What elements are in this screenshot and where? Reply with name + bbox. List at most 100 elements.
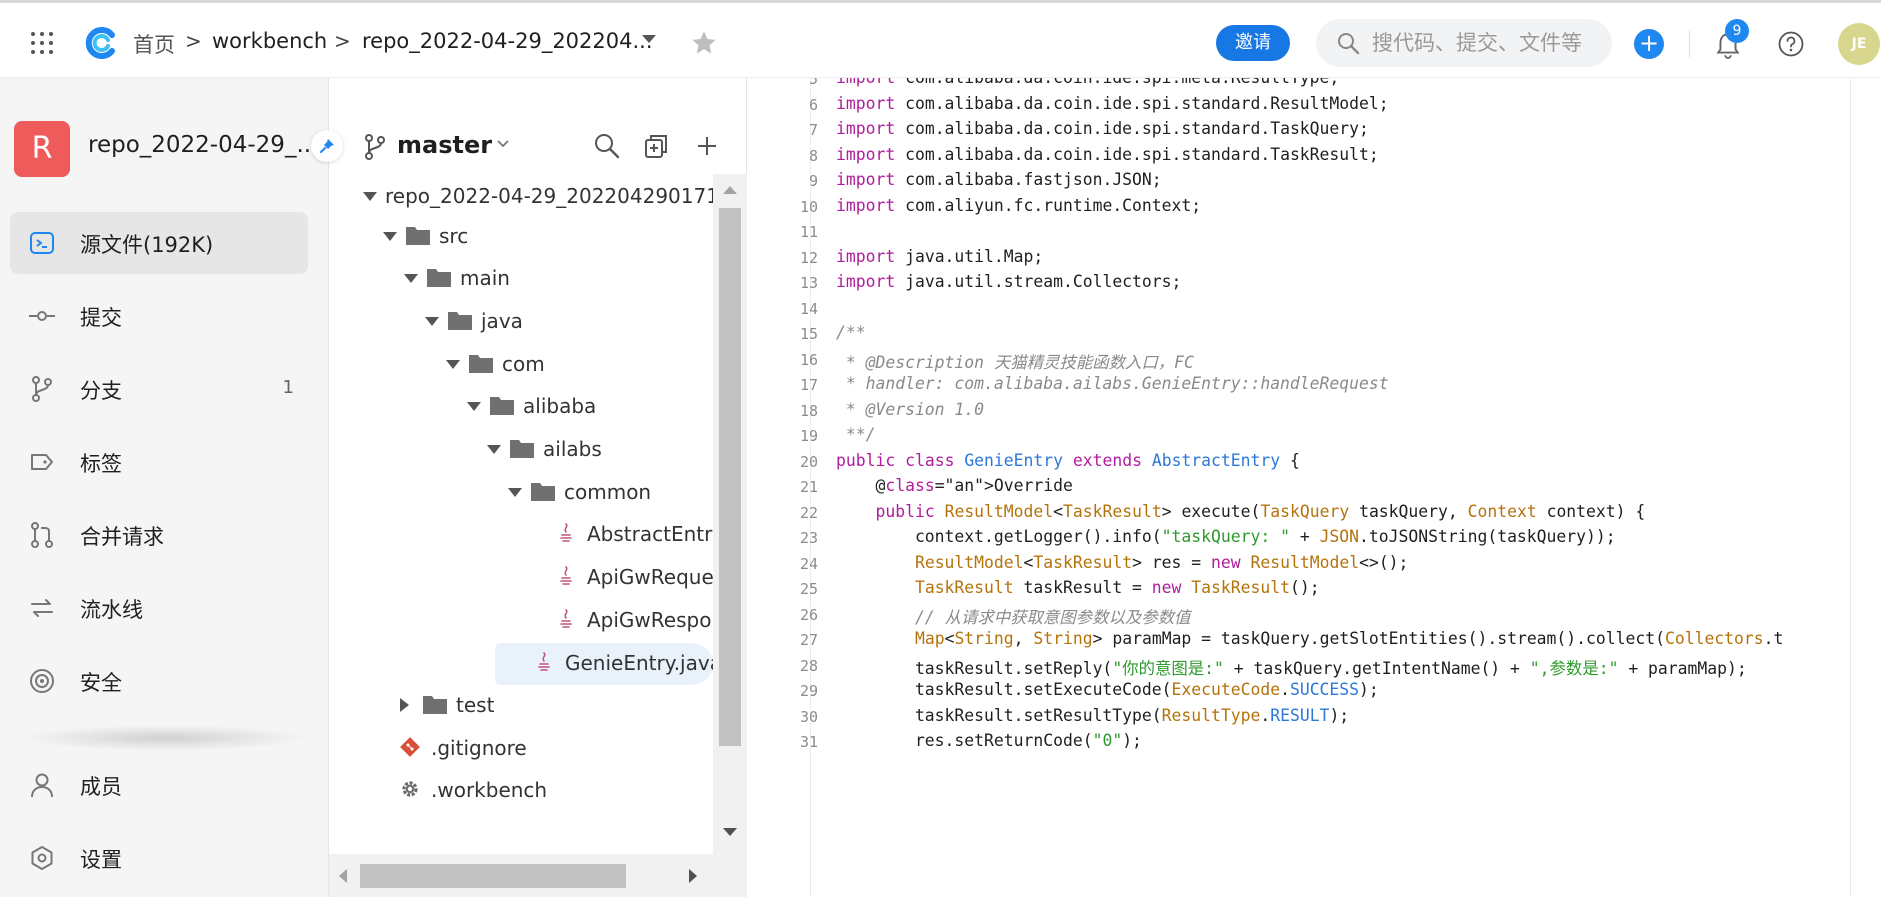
- tree-item-com[interactable]: com: [446, 346, 713, 386]
- line-number[interactable]: 20: [748, 453, 818, 471]
- line-number[interactable]: 24: [748, 555, 818, 573]
- help-icon[interactable]: [1777, 30, 1805, 58]
- scroll-left-arrow-icon[interactable]: [339, 869, 347, 883]
- line-number[interactable]: 17: [748, 376, 818, 394]
- add-button[interactable]: +: [1634, 29, 1664, 59]
- line-number[interactable]: 10: [748, 198, 818, 216]
- tree-item-java[interactable]: java: [425, 303, 713, 343]
- user-avatar[interactable]: JE: [1838, 23, 1880, 65]
- brand-logo-icon[interactable]: [84, 26, 118, 60]
- breadcrumb-repo[interactable]: repo_2022-04-29_202204...: [362, 29, 653, 53]
- tree-item-abstractentry[interactable]: AbstractEntry: [555, 516, 713, 556]
- caret-right-icon[interactable]: [400, 698, 409, 712]
- branch-selector[interactable]: master: [397, 131, 492, 159]
- line-number[interactable]: 9: [748, 172, 818, 190]
- copy-icon[interactable]: [642, 132, 670, 160]
- chevron-down-icon[interactable]: [495, 136, 511, 152]
- line-number[interactable]: 16: [748, 351, 818, 369]
- caret-down-icon[interactable]: [446, 360, 460, 369]
- sidebar-item-settings[interactable]: 设置: [10, 827, 308, 889]
- sidebar-item-source[interactable]: 源文件(192K): [10, 212, 308, 274]
- settings-icon: [31, 846, 53, 870]
- line-number[interactable]: 5: [748, 78, 818, 88]
- line-number[interactable]: 21: [748, 478, 818, 496]
- line-number[interactable]: 11: [748, 223, 818, 241]
- code-body[interactable]: 5import com.alibaba.da.coin.ide.spi.meta…: [800, 78, 1881, 897]
- line-number[interactable]: 7: [748, 121, 818, 139]
- tree-item-label: src: [439, 224, 469, 248]
- line-number[interactable]: 25: [748, 580, 818, 598]
- line-number[interactable]: 22: [748, 504, 818, 522]
- tree-item-alibaba[interactable]: alibaba: [467, 388, 713, 428]
- tree-item-main[interactable]: main: [404, 260, 713, 300]
- line-number[interactable]: 31: [748, 733, 818, 751]
- sidebar-item-tags[interactable]: 标签: [10, 431, 308, 493]
- tree-item-repo-root[interactable]: repo_2022-04-29_20220429017188: [363, 178, 713, 218]
- sidebar-item-security[interactable]: 安全: [10, 650, 308, 712]
- line-number[interactable]: 18: [748, 402, 818, 420]
- horizontal-scrollbar[interactable]: [329, 854, 747, 897]
- sidebar-item-merge-requests[interactable]: 合并请求: [10, 504, 308, 566]
- scroll-down-arrow-icon[interactable]: [723, 828, 737, 836]
- breadcrumb-home[interactable]: 首页: [133, 29, 175, 59]
- line-number[interactable]: 12: [748, 249, 818, 267]
- code-text: import com.aliyun.fc.runtime.Context;: [836, 195, 1202, 215]
- code-text: import com.alibaba.fastjson.JSON;: [836, 170, 1162, 189]
- caret-down-icon[interactable]: [467, 402, 481, 411]
- tree-item-common[interactable]: common: [508, 474, 713, 514]
- code-text: ResultModel<TaskResult> res = new Result…: [914, 552, 1409, 572]
- line-number[interactable]: 14: [748, 300, 818, 318]
- line-number[interactable]: 19: [748, 427, 818, 445]
- tree-item-genieentry[interactable]: GenieEntry.java: [495, 643, 713, 685]
- vertical-scrollbar[interactable]: [713, 174, 747, 854]
- global-search[interactable]: [1316, 19, 1612, 67]
- invite-button[interactable]: 邀请: [1216, 25, 1290, 61]
- code-line: 31 res.setReturnCode("0");: [748, 731, 1848, 761]
- caret-down-icon[interactable]: [508, 488, 522, 497]
- code-text: public ResultModel<TaskResult> execute(T…: [875, 501, 1646, 521]
- star-icon[interactable]: [690, 29, 718, 57]
- line-number[interactable]: 8: [748, 147, 818, 165]
- plus-icon[interactable]: [693, 132, 721, 160]
- tree-item-gitignore[interactable]: .gitignore: [399, 730, 709, 770]
- line-number[interactable]: 23: [748, 529, 818, 547]
- line-number[interactable]: 27: [748, 631, 818, 649]
- line-number[interactable]: 30: [748, 708, 818, 726]
- tree-item-test[interactable]: test: [400, 687, 710, 727]
- caret-down-icon[interactable]: [363, 192, 377, 201]
- scroll-up-arrow-icon[interactable]: [723, 186, 737, 194]
- search-input[interactable]: [1372, 27, 1602, 59]
- sidebar-item-pipelines[interactable]: 流水线: [10, 577, 308, 639]
- sidebar-item-members[interactable]: 成员: [10, 754, 308, 816]
- line-number[interactable]: 26: [748, 606, 818, 624]
- sidebar-item-commits[interactable]: 提交: [10, 285, 308, 347]
- line-number[interactable]: 13: [748, 274, 818, 292]
- tree-item-apigwrequest[interactable]: ApiGwReques: [555, 559, 713, 599]
- caret-down-icon[interactable]: [487, 445, 501, 454]
- line-number[interactable]: 29: [748, 682, 818, 700]
- search-icon[interactable]: [593, 132, 621, 160]
- repo-name[interactable]: repo_2022-04-29_...: [88, 132, 318, 158]
- line-number[interactable]: 28: [748, 657, 818, 675]
- sidebar-item-label: 源文件(192K): [80, 233, 214, 257]
- tree-item-label: alibaba: [523, 394, 597, 418]
- sidebar-item-branches[interactable]: 分支 1: [10, 358, 308, 420]
- caret-down-icon[interactable]: [425, 317, 439, 326]
- chevron-down-icon[interactable]: [642, 35, 656, 43]
- scroll-thumb[interactable]: [719, 208, 741, 746]
- line-number[interactable]: 15: [748, 325, 818, 343]
- apps-grid-icon[interactable]: [30, 31, 54, 55]
- tree-item-workbench[interactable]: .workbench: [399, 772, 709, 812]
- line-number[interactable]: 6: [748, 96, 818, 114]
- breadcrumb-workbench[interactable]: workbench: [212, 29, 327, 53]
- code-text: // 从请求中获取意图参数以及参数值: [836, 607, 1191, 627]
- tree-item-apigwresponse[interactable]: ApiGwRespor: [555, 602, 713, 642]
- scroll-right-arrow-icon[interactable]: [689, 869, 697, 883]
- sidebar-item-label: 提交: [80, 306, 122, 330]
- tree-item-ailabs[interactable]: ailabs: [487, 431, 713, 471]
- tree-item-src[interactable]: src: [383, 218, 713, 258]
- scroll-thumb[interactable]: [360, 864, 626, 888]
- caret-down-icon[interactable]: [383, 232, 397, 241]
- pin-sidebar-button[interactable]: [311, 130, 343, 162]
- caret-down-icon[interactable]: [404, 274, 418, 283]
